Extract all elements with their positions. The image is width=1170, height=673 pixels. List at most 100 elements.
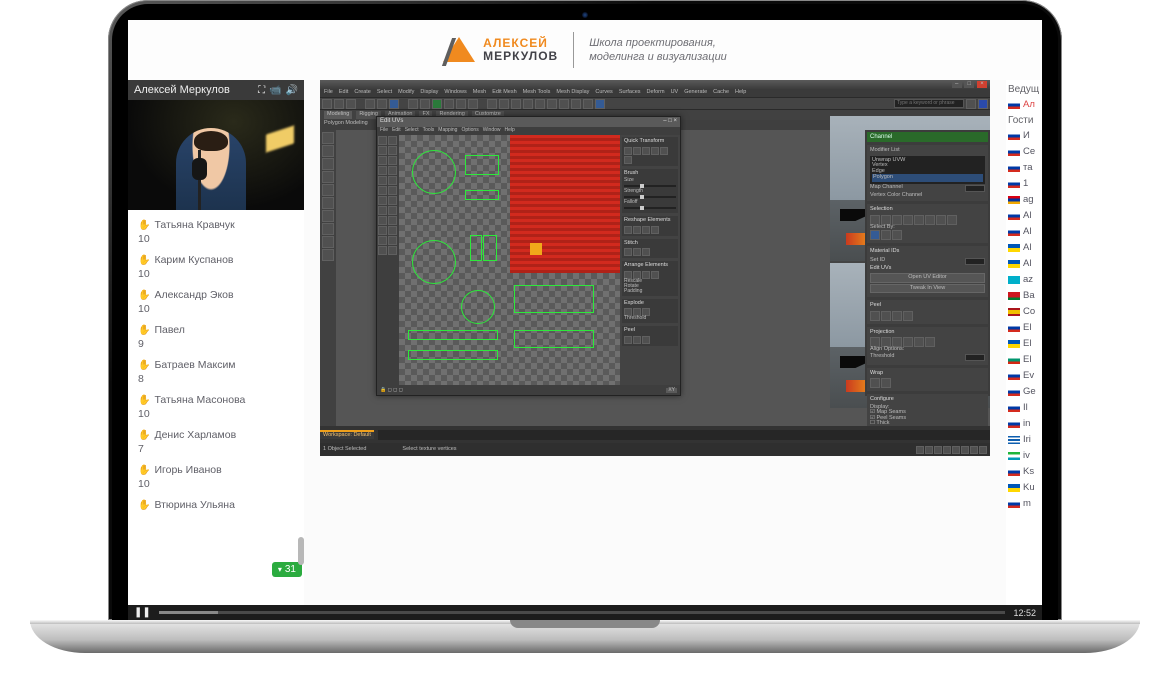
flag-icon	[1008, 468, 1020, 476]
uv-toolbox[interactable]	[377, 135, 399, 385]
logo-text-2: МЕРКУЛОВ	[483, 50, 558, 63]
3d-app-window[interactable]: – □ × FileEditCreateSelectModifyDisplayW…	[320, 80, 990, 456]
flag-icon	[1008, 340, 1020, 348]
modifier-panel[interactable]: Channel Modifier List Unwrap UVW Vertex …	[865, 130, 990, 396]
open-uv-button[interactable]: Open UV Editor	[870, 273, 985, 283]
user-row[interactable]: in	[1008, 418, 1040, 429]
user-row[interactable]: И	[1008, 130, 1040, 141]
user-row[interactable]: iv	[1008, 450, 1040, 461]
presenter-name: Алексей Меркулов	[134, 84, 230, 96]
user-row[interactable]: az	[1008, 274, 1040, 285]
account-icon[interactable]	[966, 99, 976, 109]
maximize-button[interactable]: □	[964, 81, 974, 88]
flag-icon	[1008, 276, 1020, 284]
flag-icon	[1008, 260, 1020, 268]
user-row[interactable]: Al	[1008, 210, 1040, 221]
user-row[interactable]: Co	[1008, 306, 1040, 317]
user-row[interactable]: ag	[1008, 194, 1040, 205]
progress-track[interactable]	[159, 611, 1006, 614]
left-toolbox[interactable]	[320, 130, 336, 426]
divider	[573, 32, 574, 68]
flag-icon	[1008, 180, 1020, 188]
flag-icon	[1008, 356, 1020, 364]
left-column: Алексей Меркулов ⛶ 📹 🔊	[128, 80, 304, 605]
flag-icon	[1008, 420, 1020, 428]
user-row[interactable]: Al	[1008, 258, 1040, 269]
flag-icon	[1008, 436, 1020, 444]
hand-icon: ✋	[138, 220, 150, 231]
scrollbar[interactable]	[296, 200, 304, 605]
user-row[interactable]: Ev	[1008, 370, 1040, 381]
current-time: 12:52	[1013, 608, 1036, 618]
user-row[interactable]: Се	[1008, 146, 1040, 157]
user-row[interactable]: 1	[1008, 178, 1040, 189]
screen: АЛЕКСЕЙ МЕРКУЛОВ Школа проектирования, м…	[128, 20, 1042, 620]
flag-icon	[1008, 164, 1020, 172]
right-column: Ведущ АлГостиИСета1agAlAlAlAlazBaCoElElE…	[1006, 80, 1042, 605]
flag-icon	[1008, 308, 1020, 316]
app-toolbar[interactable]	[320, 97, 990, 110]
app-titlebar[interactable]: – □ ×	[320, 80, 990, 89]
laptop-base	[30, 620, 1140, 653]
logo-icon	[443, 33, 475, 67]
statusbar: 1 Object Selected Select texture vertice…	[320, 443, 990, 456]
video-player-bar[interactable]: ❚❚ 12:52	[128, 605, 1042, 620]
search-input[interactable]	[894, 99, 964, 108]
flag-icon	[1008, 228, 1020, 236]
webcam-video[interactable]	[128, 100, 304, 210]
flag-icon	[1008, 452, 1020, 460]
uv-editor-window[interactable]: Edit UVs– □ × FileEditSelectToolsMapping…	[376, 116, 681, 396]
page-header: АЛЕКСЕЙ МЕРКУЛОВ Школа проектирования, м…	[128, 20, 1042, 80]
user-row[interactable]: m	[1008, 498, 1040, 509]
user-row[interactable]: Ал	[1008, 99, 1040, 110]
uv-statusbar: 🔒 ◻ ◻ ◻XY	[377, 385, 680, 395]
flag-icon	[1008, 101, 1020, 109]
flag-icon	[1008, 196, 1020, 204]
laptop-bezel: АЛЕКСЕЙ МЕРКУЛОВ Школа проектирования, м…	[108, 0, 1062, 620]
user-row[interactable]: Ge	[1008, 386, 1040, 397]
flag-icon	[1008, 388, 1020, 396]
flag-icon	[1008, 148, 1020, 156]
tagline: Школа проектирования, моделинга и визуал…	[589, 36, 727, 65]
fullscreen-icon[interactable]: ⛶	[258, 85, 265, 96]
webcam-panel: Алексей Меркулов ⛶ 📹 🔊	[128, 80, 304, 210]
timeline[interactable]: Workspace: Default	[320, 426, 990, 443]
help-icon[interactable]	[978, 99, 988, 109]
user-row[interactable]: та	[1008, 162, 1040, 173]
flag-icon	[1008, 244, 1020, 252]
close-button[interactable]: ×	[977, 81, 987, 88]
user-row[interactable]: Il	[1008, 402, 1040, 413]
user-row[interactable]: Al	[1008, 242, 1040, 253]
user-row[interactable]: Ks	[1008, 466, 1040, 477]
content: Алексей Меркулов ⛶ 📹 🔊	[128, 80, 1042, 605]
uv-side-panels[interactable]: Quick Transform Brush Size Strength Fall…	[620, 135, 680, 385]
sound-icon[interactable]: 🔊	[286, 85, 298, 96]
uv-canvas[interactable]	[399, 135, 620, 385]
user-row[interactable]: El	[1008, 354, 1040, 365]
flag-icon	[1008, 132, 1020, 140]
flag-icon	[1008, 292, 1020, 300]
user-row[interactable]: El	[1008, 338, 1040, 349]
minimize-button[interactable]: –	[952, 81, 962, 88]
flag-icon	[1008, 324, 1020, 332]
participants-list[interactable]: ✋Татьяна Кравчук10 ✋Карим Куспанов10 ✋Ал…	[128, 210, 304, 605]
user-row[interactable]: Iri	[1008, 434, 1040, 445]
pause-icon[interactable]: ❚❚	[134, 607, 151, 618]
center-column: – □ × FileEditCreateSelectModifyDisplayW…	[304, 80, 1006, 605]
user-row[interactable]: El	[1008, 322, 1040, 333]
laptop-frame: АЛЕКСЕЙ МЕРКУЛОВ Школа проектирования, м…	[0, 0, 1170, 673]
laptop-camera	[582, 12, 588, 18]
app-menu-bar[interactable]: FileEditCreateSelectModifyDisplayWindows…	[320, 89, 990, 97]
user-row[interactable]: Гости	[1008, 115, 1040, 126]
tweak-button[interactable]: Tweak In View	[870, 284, 985, 294]
flag-icon	[1008, 500, 1020, 508]
flag-icon	[1008, 212, 1020, 220]
user-row[interactable]: Al	[1008, 226, 1040, 237]
user-row[interactable]: Ku	[1008, 482, 1040, 493]
flag-icon	[1008, 404, 1020, 412]
flag-icon	[1008, 372, 1020, 380]
logo: АЛЕКСЕЙ МЕРКУЛОВ	[443, 30, 558, 70]
user-row[interactable]: Ba	[1008, 290, 1040, 301]
playback-controls[interactable]	[916, 446, 987, 454]
camera-icon[interactable]: 📹	[269, 85, 281, 96]
